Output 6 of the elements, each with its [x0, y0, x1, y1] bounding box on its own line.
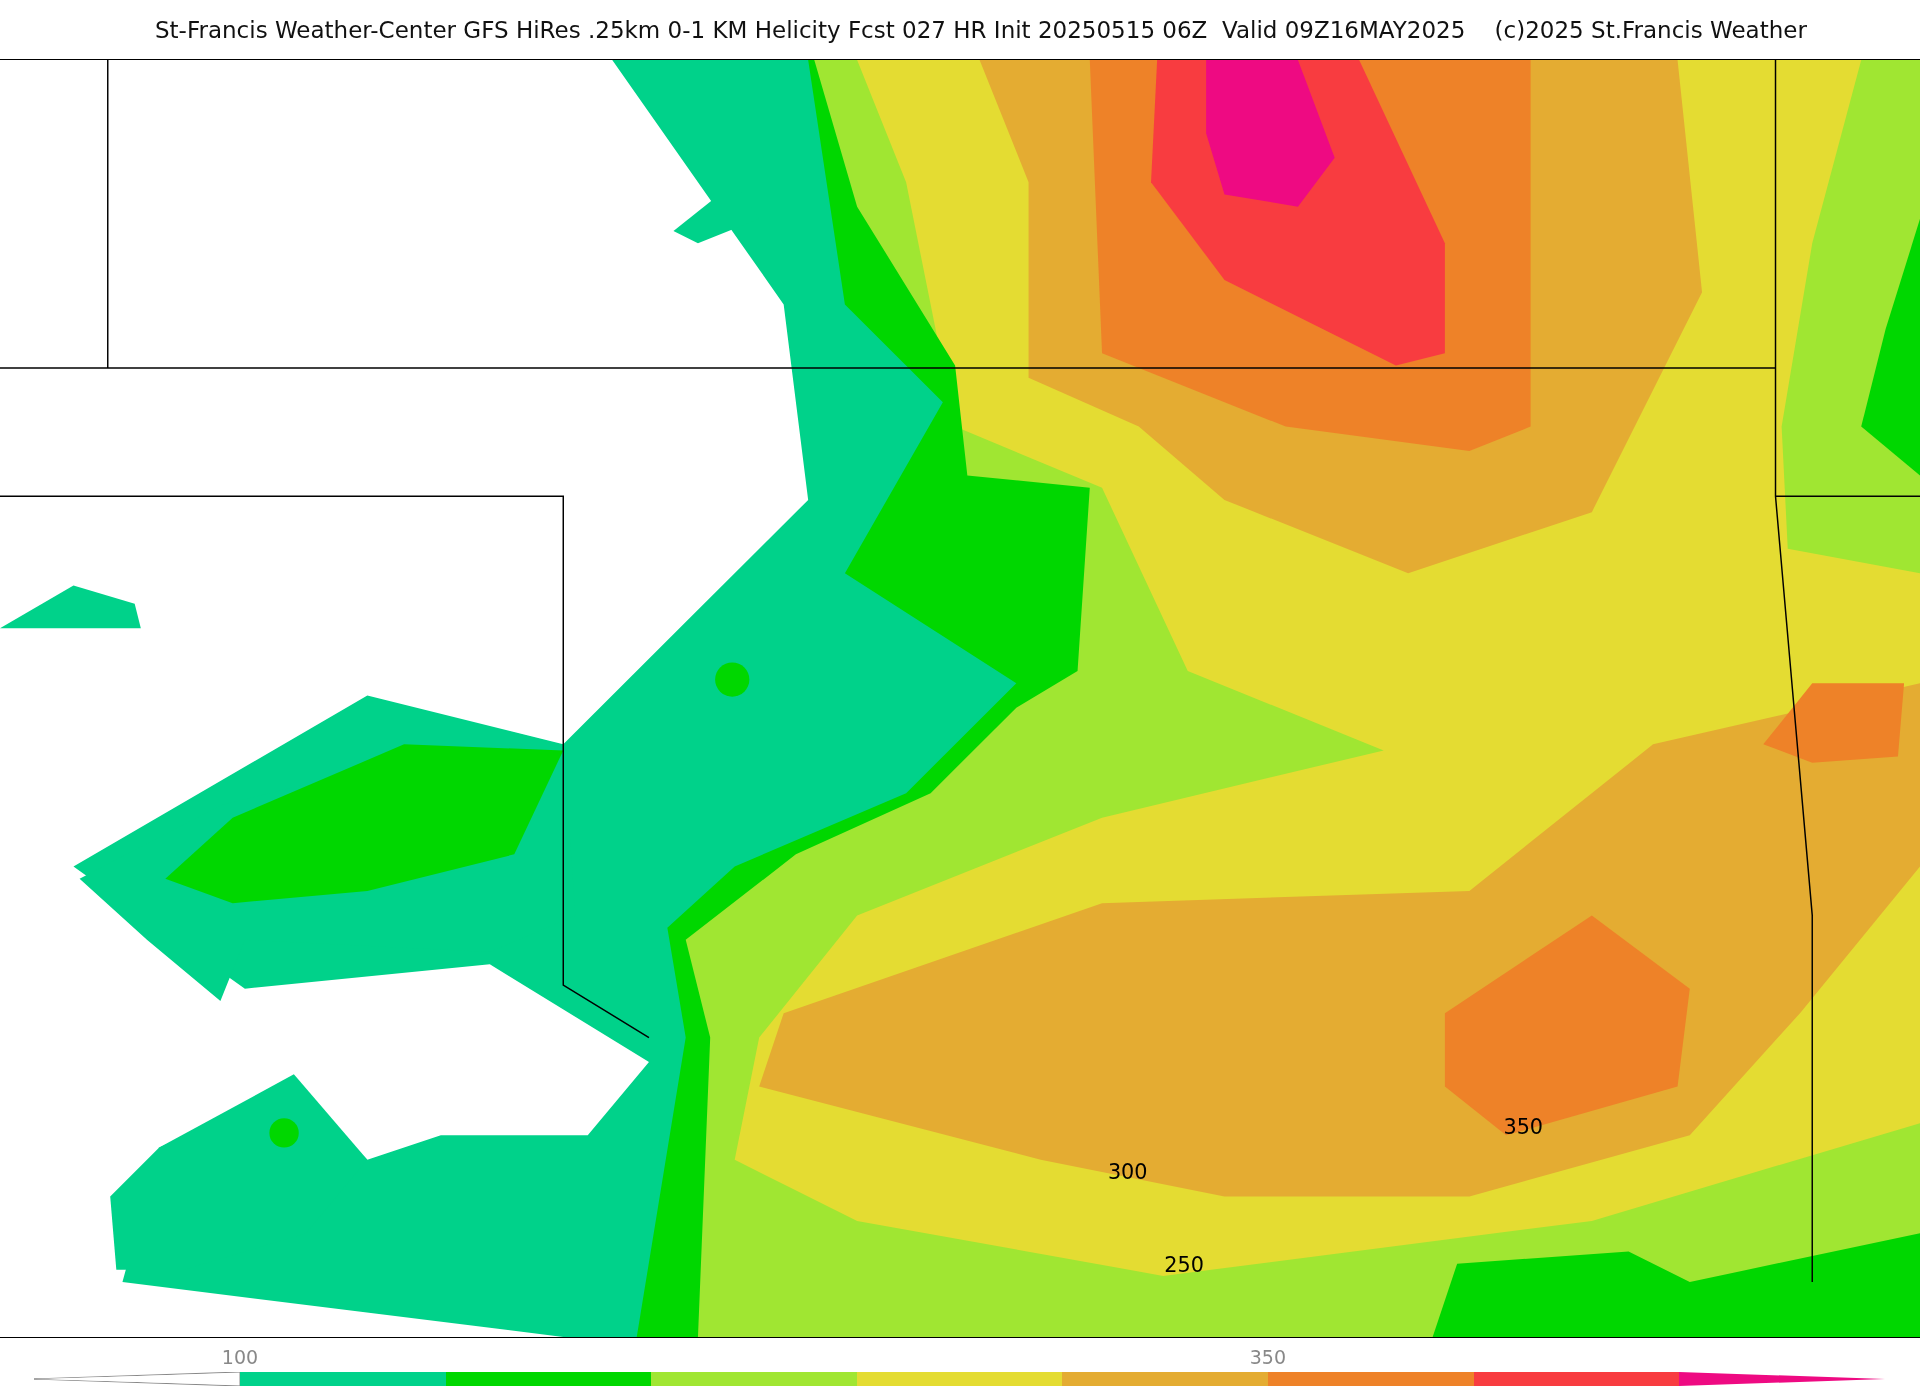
- contour-label: 350: [1503, 1115, 1544, 1140]
- contour-label: 300: [1107, 1160, 1148, 1185]
- colorbar-tick-label: 100: [221, 1346, 259, 1368]
- contour-label: 250: [1164, 1253, 1204, 1278]
- colorbar-tick-label: 350: [1249, 1346, 1286, 1368]
- map-title: St-Francis Weather-Center GFS HiRes .25km 0-1 KM Helicity Fcst 027 HR Init 20250515 06Z Valid 09Z16MAY2025 (c)2025 St.Francis Weather: [155, 16, 1807, 43]
